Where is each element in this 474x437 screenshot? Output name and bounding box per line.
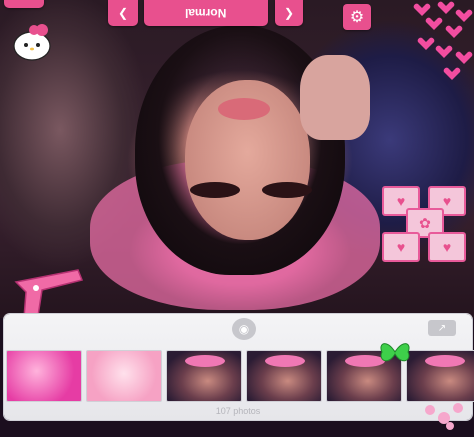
eye-right [262,182,312,198]
hello-kitty-sticker [13,24,51,61]
next-mode-button[interactable]: ❯ [275,0,303,26]
hello-kitty-icon: ♥ [382,232,420,262]
butterfly-sticker [380,343,410,362]
pink-gun-sticker [14,269,84,319]
photo-count: 107 photos [215,406,261,416]
lips [218,98,270,120]
eye-left [190,182,240,198]
mode-selector-button[interactable]: Normal [144,0,268,26]
share-icon: ↗ [437,322,447,334]
previous-mode-button[interactable]: ❮ [108,0,138,26]
menu-button[interactable] [4,0,44,8]
share-button[interactable]: ↗ [428,320,456,336]
photo-thumbnail[interactable] [166,350,242,402]
camera-icon: ◉ [238,322,250,336]
chevron-right-icon: ❯ [283,6,295,20]
hearts-decoration [413,1,473,80]
gear-icon: ⚙ [349,9,365,26]
hello-kitty-icon: ♥ [428,232,466,262]
hand [300,55,370,140]
hello-kitty-stickers: ♥ ♥ ✿ ♥ ♥ [382,186,468,262]
photo-thumbnail[interactable] [86,350,162,402]
chevron-left-icon: ❮ [117,6,129,20]
photo-thumbnail[interactable] [406,350,474,402]
settings-button[interactable]: ⚙ [343,4,371,30]
photo-thumbnail[interactable] [246,350,322,402]
camera-button[interactable]: ◉ [232,318,256,340]
flowers-sticker [425,403,463,430]
mode-label: Normal [185,6,227,20]
photo-thumbnail[interactable] [6,350,82,402]
